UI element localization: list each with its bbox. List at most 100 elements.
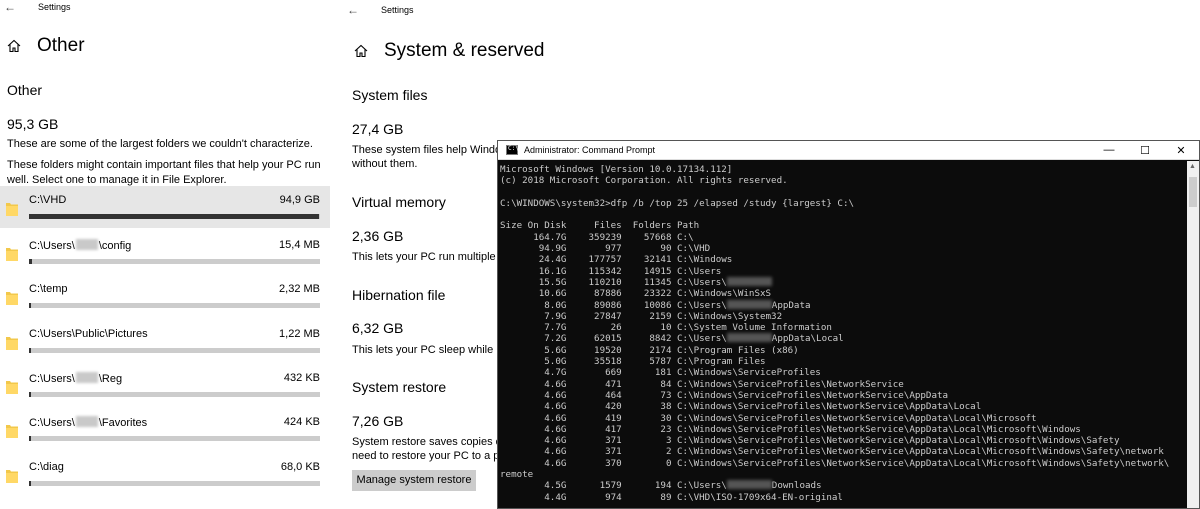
cmd-line: 16.1G 115342 14915 C:\Users — [500, 265, 722, 277]
cmd-line: 7.7G 26 10 C:\System Volume Information — [500, 322, 832, 334]
back-arrow-icon[interactable]: ← — [347, 3, 361, 17]
folder-size: 424 KB — [283, 416, 320, 428]
cmd-line: 94.9G 977 90 C:\VHD — [500, 243, 711, 255]
folder-path: C:\temp — [29, 283, 68, 295]
folder-icon — [6, 422, 18, 438]
back-arrow-icon[interactable]: ← — [4, 0, 18, 14]
cmd-app-icon — [506, 145, 519, 155]
redacted-username — [726, 299, 772, 309]
cmd-line: 4.6G 420 38 C:\Windows\ServiceProfiles\N… — [500, 401, 982, 413]
page-title: Other — [37, 35, 85, 56]
scroll-thumb[interactable] — [1189, 177, 1197, 207]
folder-icon — [6, 378, 18, 394]
cmd-line: 4.6G 371 2 C:\Windows\ServiceProfiles\Ne… — [500, 446, 1164, 458]
folder-size: 94,9 GB — [279, 194, 320, 206]
system-files-size: 27,4 GB — [352, 121, 404, 137]
hibernation-desc: This lets your PC sleep while n — [352, 344, 503, 356]
usage-bar-fill — [29, 481, 31, 486]
scroll-up-icon[interactable]: ▲ — [1189, 163, 1196, 170]
restore-desc-a: System restore saves copies o — [352, 436, 502, 448]
usage-bar-fill — [29, 436, 31, 441]
usage-bar — [29, 303, 320, 308]
cmd-scrollbar[interactable]: ▲ — [1187, 161, 1199, 508]
hibernation-size: 6,32 GB — [352, 320, 404, 336]
cmd-line: C:\WINDOWS\system32>dfp /b /top 25 /elap… — [500, 197, 855, 209]
cmd-line: 15.5G 110210 11345 C:\Users\ — [500, 276, 1186, 288]
folder-size: 68,0 KB — [280, 461, 320, 473]
cmd-line: remote — [500, 469, 534, 481]
folder-path: C:\diag — [29, 461, 64, 473]
cmd-line: 5.6G 19520 2174 C:\Program Files (x86) — [500, 344, 799, 356]
page-title: System & reserved — [384, 40, 545, 61]
usage-bar — [29, 259, 320, 264]
folder-size: 432 KB — [283, 372, 320, 384]
cmd-titlebar[interactable]: Administrator: Command Prompt — ☐ ✕ — [498, 141, 1199, 160]
cmd-line: 7.9G 27847 2159 C:\Windows\System32 — [500, 310, 783, 322]
cmd-line: (c) 2018 Microsoft Corporation. All righ… — [500, 175, 788, 187]
folder-icon — [6, 334, 18, 350]
folder-item[interactable]: C:\diag 68,0 KB — [0, 453, 330, 495]
usage-bar-fill — [29, 392, 31, 397]
cmd-line: 4.6G 471 84 C:\Windows\ServiceProfiles\N… — [500, 378, 904, 390]
app-title: Settings — [38, 2, 71, 12]
usage-bar — [29, 481, 320, 486]
folder-size: 1,22 MB — [279, 328, 320, 340]
folder-icon — [6, 289, 18, 305]
left-titlebar: ← Settings — [4, 0, 71, 14]
cmd-line: 164.7G 359239 57668 C:\ — [500, 231, 694, 243]
cmd-line: 4.7G 669 181 C:\Windows\ServiceProfiles — [500, 367, 821, 379]
folder-item[interactable]: C:\Users\ \Favorites 424 KB — [0, 408, 330, 450]
folder-item[interactable]: C:\temp 2,32 MB — [0, 275, 330, 317]
folder-path: C:\Users\ \config — [29, 239, 132, 252]
folder-path: C:\Users\ \Reg — [29, 372, 123, 385]
folder-size: 2,32 MB — [279, 283, 320, 295]
restore-desc-b: need to restore your PC to a p — [352, 450, 500, 462]
cmd-line: 7.2G 62015 8842 C:\Users\ AppData\Local — [500, 333, 844, 345]
restore-heading: System restore — [352, 379, 447, 395]
system-files-desc-a: These system files help Windo — [352, 144, 502, 156]
maximize-button[interactable]: ☐ — [1127, 141, 1163, 160]
command-prompt-window[interactable]: Administrator: Command Prompt — ☐ ✕ Micr… — [497, 140, 1200, 509]
minimize-button[interactable]: — — [1091, 141, 1127, 160]
usage-bar-fill — [29, 214, 319, 219]
usage-bar-fill — [29, 348, 31, 353]
page-header: System & reserved — [354, 40, 545, 62]
folder-icon — [6, 200, 18, 216]
cmd-line: 4.5G 1579 194 C:\Users\ Downloads — [500, 480, 822, 492]
total-size: 95,3 GB — [7, 116, 59, 132]
cmd-line — [500, 187, 1186, 198]
system-files-heading: System files — [352, 87, 428, 103]
cmd-line: 4.6G 464 73 C:\Windows\ServiceProfiles\N… — [500, 389, 949, 401]
section-heading: Other — [7, 82, 43, 98]
redacted-username — [75, 239, 98, 250]
cmd-output[interactable]: Microsoft Windows [Version 10.0.17134.11… — [498, 161, 1186, 508]
home-icon[interactable] — [7, 39, 21, 53]
folder-size: 15,4 MB — [279, 239, 320, 251]
close-button[interactable]: ✕ — [1163, 141, 1199, 160]
hibernation-heading: Hibernation file — [352, 287, 446, 303]
redacted-username — [75, 372, 98, 383]
cmd-line: 8.0G 89086 10086 C:\Users\ AppData — [500, 299, 811, 311]
virtual-memory-size: 2,36 GB — [352, 228, 404, 244]
restore-size: 7,26 GB — [352, 413, 404, 429]
folder-item[interactable]: C:\Users\ \Reg 432 KB — [0, 364, 330, 406]
home-icon[interactable] — [354, 44, 368, 58]
usage-bar — [29, 436, 320, 441]
manage-system-restore-button[interactable]: Manage system restore — [352, 470, 476, 491]
redacted-username — [726, 333, 772, 343]
cmd-line: 4.6G 370 0 C:\Windows\ServiceProfiles\Ne… — [500, 457, 1170, 469]
usage-bar-fill — [29, 303, 31, 308]
redacted-username — [726, 276, 772, 286]
usage-bar-fill — [29, 259, 32, 264]
system-files-desc-b: without them. — [352, 158, 418, 170]
cmd-line: 4.4G 974 89 C:\VHD\ISO-1709x64-EN-origin… — [500, 491, 843, 503]
cmd-line: 4.6G 371 3 C:\Windows\ServiceProfiles\Ne… — [500, 435, 1120, 447]
folder-item[interactable]: C:\Users\ \config 15,4 MB — [0, 231, 330, 273]
folder-item[interactable]: C:\VHD 94,9 GB — [0, 186, 330, 228]
cmd-line: 4.6G 417 23 C:\Windows\ServiceProfiles\N… — [500, 423, 1081, 435]
cmd-line: 10.6G 87886 23322 C:\Windows\WinSxS — [500, 288, 772, 300]
folder-icon — [6, 467, 18, 483]
folder-item[interactable]: C:\Users\Public\Pictures 1,22 MB — [0, 320, 330, 362]
folder-path: C:\VHD — [29, 194, 67, 206]
usage-bar — [29, 348, 320, 353]
